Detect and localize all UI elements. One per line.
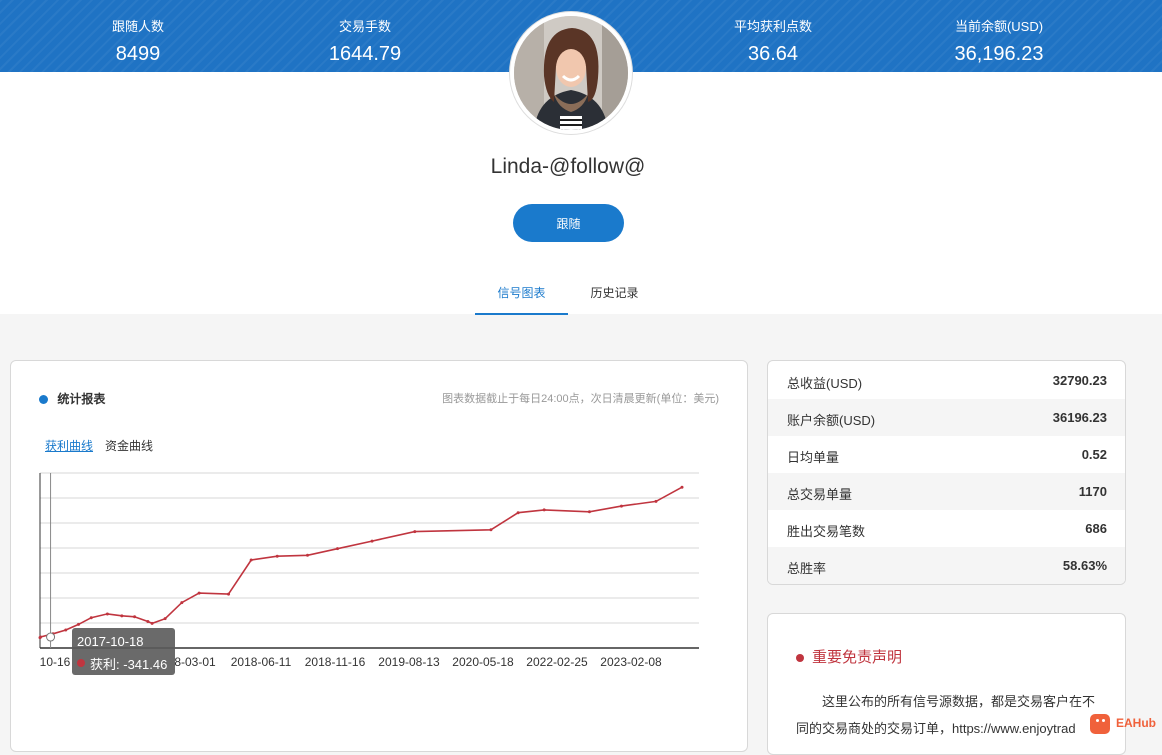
stat-balance-label: 当前余额(USD) [954, 19, 1044, 34]
summary-value: 686 [1085, 521, 1107, 536]
logo-eye-icon [1102, 719, 1105, 722]
logo-eye-icon [1096, 719, 1099, 722]
summary-row: 日均单量 0.52 [768, 436, 1125, 473]
follow-button[interactable]: 跟随 [513, 204, 624, 242]
disclaimer-title: 重要免责声明 [796, 646, 902, 667]
summary-row: 总收益(USD) 32790.23 [768, 362, 1125, 399]
summary-label: 总胜率 [787, 561, 827, 576]
summary-label: 日均单量 [787, 450, 840, 465]
summary-row: 胜出交易笔数 686 [768, 510, 1125, 547]
summary-value: 36196.23 [1052, 410, 1107, 425]
chart-tooltip: 2017-10-18 获利: -341.46 [72, 628, 175, 675]
eahub-logo-icon [1090, 714, 1110, 734]
eahub-logo-text: EAHub [1116, 716, 1156, 730]
stat-followers-label: 跟随人数 [111, 19, 164, 34]
disclaimer-card: 重要免责声明 这里公布的所有信号源数据，都是交易客户在不同的交易商处的交易订单，… [767, 613, 1126, 755]
avatar [510, 12, 632, 134]
chart-card: 统计报表 图表数据截止于每日24:00点，次日清晨更新(单位：美元) 获利曲线 … [10, 360, 748, 752]
subtab-equity-curve[interactable]: 资金曲线 [105, 437, 153, 454]
tooltip-series-dot [77, 659, 85, 667]
summary-row: 总交易单量 1170 [768, 473, 1125, 510]
tooltip-value-row: 获利: -341.46 [90, 654, 167, 673]
bullet-icon [39, 395, 48, 405]
stat-balance-value: 36,196.23 [954, 43, 1044, 65]
stat-avg-points-value: 36.64 [747, 43, 799, 65]
trader-name: Linda-@follow@ [490, 155, 646, 178]
summary-value: 32790.23 [1052, 373, 1107, 388]
avatar-image [514, 16, 628, 130]
stat-balance: 当前余额(USD) 36,196.23 [899, 18, 1099, 68]
stat-followers: 跟随人数 8499 [38, 18, 238, 68]
summary-label: 胜出交易笔数 [787, 524, 866, 539]
summary-value: 58.63% [1062, 558, 1107, 573]
summary-value: 1170 [1078, 484, 1107, 499]
summary-label: 账户余额(USD) [787, 413, 876, 428]
summary-value: 0.52 [1081, 447, 1107, 462]
tooltip-label: 获利: [90, 657, 120, 672]
disclaimer-title-text: 重要免责声明 [812, 649, 903, 666]
stat-avg-points-label: 平均获利点数 [733, 19, 812, 34]
summary-card: 总收益(USD) 32790.23 账户余额(USD) 36196.23 日均单… [767, 360, 1126, 585]
summary-row: 总胜率 58.63% [768, 547, 1125, 584]
subtab-profit-curve[interactable]: 获利曲线 [45, 437, 93, 454]
tab-signal-chart[interactable]: 信号图表 [475, 284, 568, 315]
disclaimer-text: 这里公布的所有信号源数据，都是交易客户在不同的交易商处的交易订单，https:/… [796, 694, 1096, 736]
eahub-logo: EAHub [1090, 712, 1162, 736]
tooltip-value: -341.46 [123, 657, 168, 672]
stat-trades: 交易手数 1644.79 [265, 18, 465, 68]
stat-followers-value: 8499 [115, 43, 161, 65]
chart-card-title-text: 统计报表 [57, 392, 106, 406]
stat-trades-value: 1644.79 [328, 43, 402, 65]
summary-row: 账户余额(USD) 36196.23 [768, 399, 1125, 436]
summary-label: 总交易单量 [787, 487, 853, 502]
tooltip-date: 2017-10-18 [77, 634, 144, 649]
tab-history[interactable]: 历史记录 [568, 284, 661, 313]
summary-label: 总收益(USD) [787, 376, 863, 391]
chart-note: 图表数据截止于每日24:00点，次日清晨更新(单位：美元) [442, 393, 719, 405]
bullet-icon [796, 654, 804, 663]
stat-trades-label: 交易手数 [338, 19, 391, 34]
chart-card-title: 统计报表 [39, 390, 105, 407]
stat-avg-points: 平均获利点数 36.64 [673, 18, 873, 68]
